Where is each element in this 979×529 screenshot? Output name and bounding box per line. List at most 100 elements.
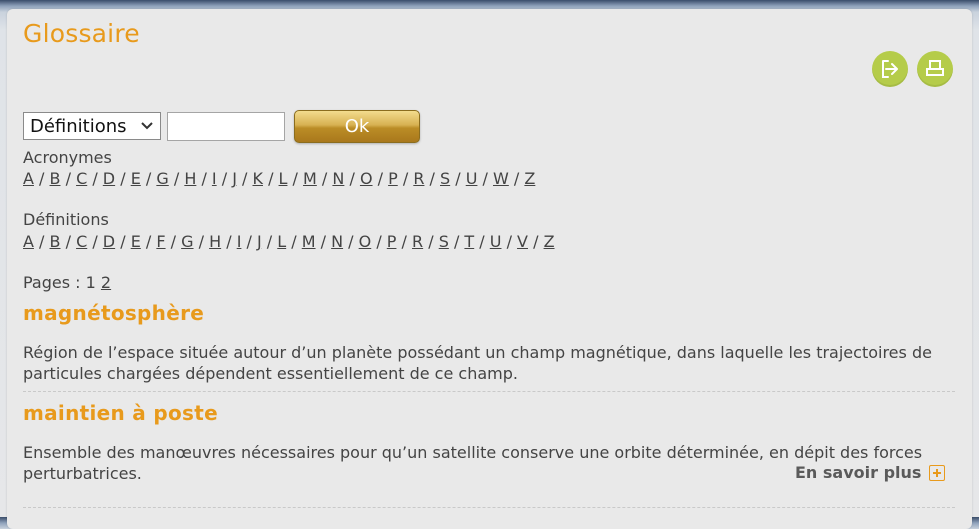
- letter-separator: /: [87, 169, 103, 188]
- definition-letter-p[interactable]: P: [387, 232, 397, 251]
- letter-separator: /: [343, 232, 359, 251]
- acronym-letter-b[interactable]: B: [50, 169, 61, 188]
- acronym-letter-o[interactable]: O: [360, 169, 373, 188]
- acronym-letter-p[interactable]: P: [388, 169, 398, 188]
- acronym-letter-n[interactable]: N: [332, 169, 344, 188]
- printer-icon: [926, 60, 944, 76]
- glossary-panel: Glossaire Définitions Ok Acronymes A / B…: [7, 9, 972, 529]
- type-select[interactable]: Définitions: [23, 112, 161, 140]
- definitions-letter-index: A / B / C / D / E / F / G / H / I / J / …: [23, 232, 555, 251]
- letter-separator: /: [262, 169, 279, 188]
- letter-separator: /: [236, 169, 253, 188]
- acronym-letter-w[interactable]: W: [493, 169, 509, 188]
- letter-separator: /: [315, 232, 332, 251]
- letter-separator: /: [344, 169, 360, 188]
- letter-separator: /: [424, 169, 440, 188]
- letter-separator: /: [474, 232, 490, 251]
- acronym-letter-k[interactable]: K: [252, 169, 263, 188]
- definition-letter-n[interactable]: N: [331, 232, 343, 251]
- acronym-letter-c[interactable]: C: [76, 169, 87, 188]
- search-input[interactable]: [167, 111, 285, 141]
- letter-separator: /: [193, 232, 210, 251]
- ok-button[interactable]: Ok: [294, 109, 420, 143]
- definition-letter-l[interactable]: L: [277, 232, 286, 251]
- share-arrow-icon: [882, 60, 898, 78]
- letter-separator: /: [196, 169, 212, 188]
- search-bar: Définitions Ok: [23, 109, 420, 143]
- letter-separator: /: [140, 169, 157, 188]
- letter-separator: /: [316, 169, 333, 188]
- share-button[interactable]: [872, 51, 908, 87]
- acronym-letter-e[interactable]: E: [131, 169, 141, 188]
- definition-letter-a[interactable]: A: [23, 232, 34, 251]
- letter-separator: /: [261, 232, 278, 251]
- acronym-letter-h[interactable]: H: [184, 169, 196, 188]
- letter-separator: /: [287, 169, 304, 188]
- chevron-down-icon: [141, 122, 153, 130]
- definition-letter-b[interactable]: B: [50, 232, 61, 251]
- letter-separator: /: [60, 169, 77, 188]
- acronym-letter-g[interactable]: G: [156, 169, 168, 188]
- letter-separator: /: [372, 169, 389, 188]
- entry-divider: [23, 391, 955, 392]
- read-more-label: En savoir plus: [795, 463, 922, 482]
- acronym-letter-m[interactable]: M: [303, 169, 317, 188]
- letter-separator: /: [241, 232, 257, 251]
- page-current: 1: [85, 273, 96, 292]
- letter-separator: /: [60, 232, 77, 251]
- letter-separator: /: [165, 232, 182, 251]
- page-title: Glossaire: [23, 19, 140, 48]
- letter-separator: /: [477, 169, 493, 188]
- letter-separator: /: [371, 232, 387, 251]
- definition-letter-c[interactable]: C: [76, 232, 87, 251]
- pagination: Pages : 1 2: [23, 273, 111, 292]
- definition-letter-h[interactable]: H: [209, 232, 221, 251]
- letter-separator: /: [115, 169, 131, 188]
- acronymes-letter-index: A / B / C / D / E / G / H / I / J / K / …: [23, 169, 535, 188]
- letter-separator: /: [286, 232, 302, 251]
- type-select-value: Définitions: [30, 115, 127, 137]
- letter-separator: /: [168, 169, 185, 188]
- definitions-label: Définitions: [23, 210, 109, 229]
- page-link-2[interactable]: 2: [101, 273, 111, 292]
- letter-separator: /: [528, 232, 544, 251]
- letter-separator: /: [33, 169, 50, 188]
- letter-separator: /: [140, 232, 157, 251]
- letter-separator: /: [33, 232, 50, 251]
- pages-label: Pages :: [23, 273, 81, 292]
- entry-divider: [23, 507, 955, 508]
- read-more-link[interactable]: En savoir plus: [795, 463, 946, 482]
- acronym-letter-r[interactable]: R: [413, 169, 424, 188]
- acronym-letter-u[interactable]: U: [466, 169, 478, 188]
- entry-definition: Région de l’espace située autour d’un pl…: [23, 343, 932, 383]
- definition-letter-v[interactable]: V: [517, 232, 528, 251]
- entry-term: magnétosphère: [23, 301, 205, 325]
- letter-separator: /: [221, 232, 237, 251]
- definition-letter-f[interactable]: F: [156, 232, 165, 251]
- acronym-letter-s[interactable]: S: [440, 169, 450, 188]
- definition-letter-e[interactable]: E: [131, 232, 141, 251]
- letter-separator: /: [508, 169, 525, 188]
- letter-separator: /: [396, 232, 413, 251]
- print-button[interactable]: [917, 51, 953, 87]
- acronym-letter-d[interactable]: D: [103, 169, 115, 188]
- plus-icon: [929, 464, 946, 481]
- letter-separator: /: [397, 169, 414, 188]
- definition-letter-s[interactable]: S: [439, 232, 449, 251]
- definition-letter-u[interactable]: U: [490, 232, 502, 251]
- acronym-letter-a[interactable]: A: [23, 169, 34, 188]
- definition-letter-t[interactable]: T: [464, 232, 474, 251]
- letter-separator: /: [87, 232, 103, 251]
- letter-separator: /: [115, 232, 131, 251]
- acronym-letter-z[interactable]: Z: [524, 169, 535, 188]
- definition-letter-m[interactable]: M: [302, 232, 316, 251]
- definition-letter-r[interactable]: R: [412, 232, 423, 251]
- letter-separator: /: [501, 232, 518, 251]
- definition-letter-d[interactable]: D: [103, 232, 115, 251]
- definition-letter-g[interactable]: G: [181, 232, 193, 251]
- letter-separator: /: [448, 232, 465, 251]
- letter-separator: /: [450, 169, 466, 188]
- definition-letter-o[interactable]: O: [359, 232, 372, 251]
- letter-separator: /: [423, 232, 439, 251]
- definition-letter-z[interactable]: Z: [544, 232, 555, 251]
